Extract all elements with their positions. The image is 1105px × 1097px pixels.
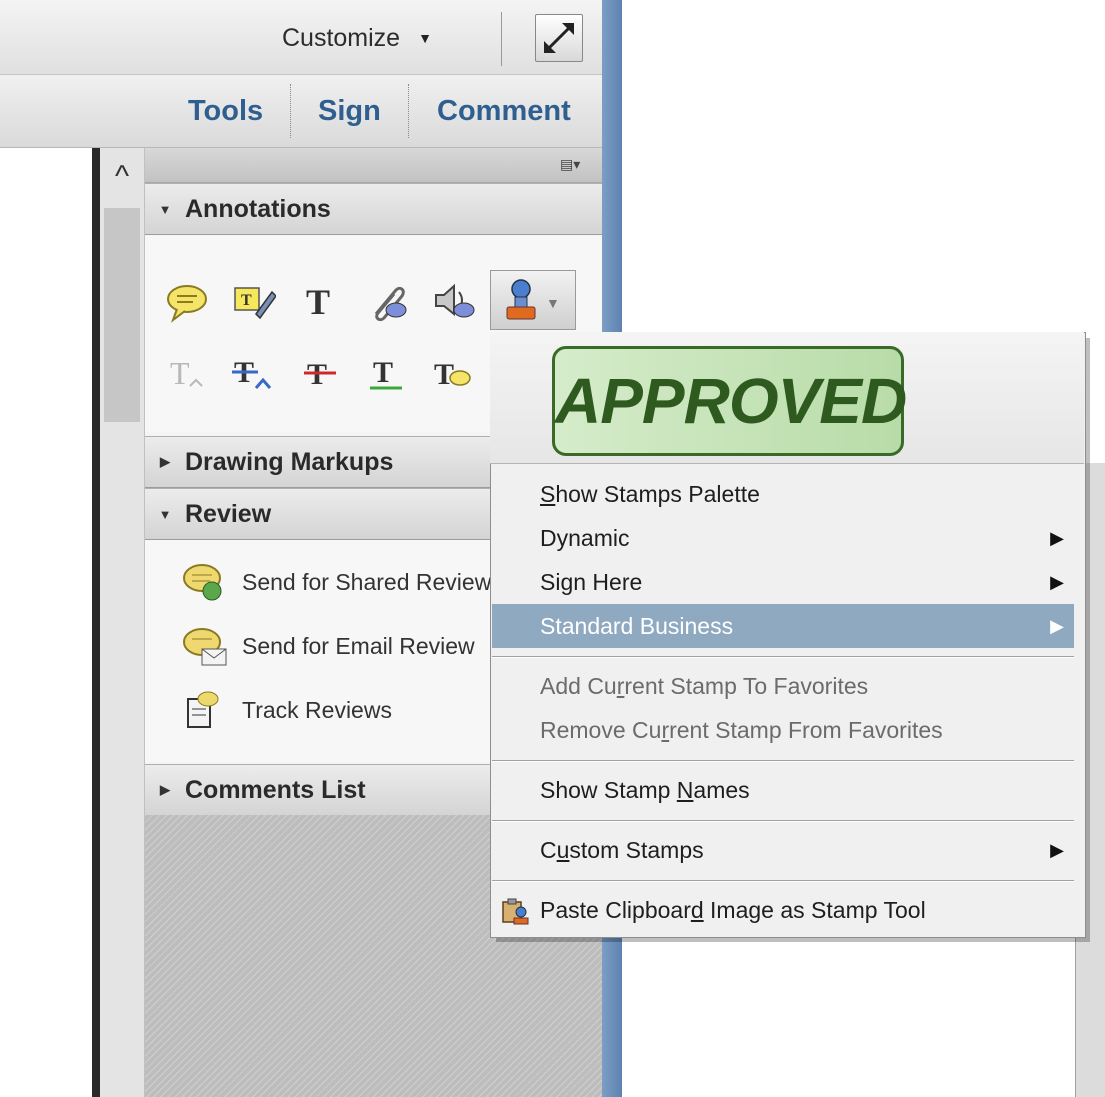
menu-text: how Stamps Palette [555,481,760,507]
tab-sign[interactable]: Sign [318,88,381,134]
document-edge [92,148,100,1097]
menu-text: C [540,837,557,863]
highlight-text-icon[interactable]: T [232,280,276,324]
tab-divider [290,84,291,138]
add-text-icon[interactable]: T [300,278,344,322]
expand-triangle-icon: ▶ [160,782,170,797]
menu-item-show-stamp-names[interactable]: Show Stamp Names [492,768,1074,812]
menu-separator [492,820,1074,822]
menu-text: Image as Stamp Tool [703,897,926,923]
attach-file-icon[interactable] [366,280,410,324]
menu-item-remove-from-favorites[interactable]: Remove Current Stamp From Favorites [492,708,1074,752]
expand-triangle-icon: ▶ [160,454,170,469]
submenu-arrow-icon: ▶ [1050,572,1064,592]
chevron-down-icon: ▼ [418,30,432,46]
menu-item-add-to-favorites[interactable]: Add Current Stamp To Favorites [492,664,1074,708]
section-title: Comments List [185,775,366,804]
section-annotations[interactable]: ▼ Annotations [145,183,602,235]
toolbar-divider [501,12,502,66]
underline-icon[interactable]: T [366,350,410,394]
email-review-icon [180,625,228,667]
replace-text-icon[interactable]: T [232,350,276,394]
menu-mnemonic: S [540,481,556,507]
track-reviews-item[interactable]: Track Reviews [180,686,392,734]
menu-mnemonic: r [661,717,670,743]
menu-separator [492,880,1074,882]
menu-text: Sign Here [540,569,643,595]
menu-item-sign-here[interactable]: Sign Here ▶ [492,560,1074,604]
menu-text: Paste Clipboar [540,897,691,923]
panel-options-icon[interactable]: ▤▾ [560,156,594,176]
shared-review-icon [180,561,228,603]
approved-stamp-preview[interactable]: APPROVED [552,346,907,456]
submenu-arrow-icon: ▶ [1050,616,1064,636]
tab-tools[interactable]: Tools [188,88,263,134]
menu-mnemonic: u [556,837,570,863]
menu-mnemonic: d [690,897,704,923]
panel-header [145,148,602,183]
strikethrough-icon[interactable]: T [300,350,344,394]
submenu-arrow-icon: ▶ [1050,528,1064,548]
svg-text:T: T [170,355,190,391]
menu-text: Show Stamp [540,777,677,803]
stamp-tool-button[interactable]: ▼ [490,270,576,330]
send-email-review-item[interactable]: Send for Email Review [180,622,475,670]
paste-stamp-icon [500,896,530,940]
menu-text: Standard Business [540,613,734,639]
review-item-label: Track Reviews [242,696,392,723]
collapse-triangle-icon: ▼ [158,506,172,522]
menu-item-show-stamps-palette[interactable]: Show Stamps Palette [492,472,1074,516]
section-title: Annotations [185,194,331,223]
tab-divider [408,84,409,138]
menu-separator [492,760,1074,762]
scrollbar-thumb[interactable] [104,208,140,422]
text-comment-icon[interactable]: T [432,350,476,394]
menu-text: ames [693,777,750,803]
customize-label: Customize [282,23,401,52]
scroll-up-icon[interactable]: ^ [104,160,140,196]
menu-mnemonic: N [676,777,694,803]
document-area [0,148,92,1097]
menu-item-dynamic[interactable]: Dynamic ▶ [492,516,1074,560]
menu-text: rent Stamp To Favorites [624,673,869,699]
menu-text: Remove Cu [540,717,662,743]
review-item-label: Send for Email Review [242,632,475,659]
menu-item-standard-business[interactable]: Standard Business ▶ [492,604,1074,648]
record-audio-icon[interactable] [432,280,476,324]
menu-item-custom-stamps[interactable]: Custom Stamps ▶ [492,828,1074,872]
section-title: Drawing Markups [185,447,394,476]
svg-text:T: T [306,282,330,322]
track-reviews-icon [180,689,228,731]
section-title: Review [185,499,272,528]
fullscreen-button[interactable] [535,14,583,62]
menu-separator [492,656,1074,658]
menu-text: Add Cu [540,673,617,699]
svg-text:T: T [241,292,252,309]
menu-item-paste-clipboard-image[interactable]: Paste Clipboard Image as Stamp Tool [492,888,1074,932]
collapse-triangle-icon: ▼ [158,201,172,217]
insert-text-icon[interactable]: T [168,350,212,394]
menu-text: rent Stamp From Favorites [669,717,943,743]
menu-text: Dynamic [540,525,630,551]
submenu-arrow-icon: ▶ [1050,840,1064,860]
send-shared-review-item[interactable]: Send for Shared Review [180,558,491,606]
svg-text:▼: ▼ [546,295,560,311]
expand-icon [544,23,574,53]
stamp-icon: ▼ [506,279,560,320]
menu-text: stom Stamps [569,837,704,863]
svg-text:T: T [373,356,393,389]
review-item-label: Send for Shared Review [242,568,492,595]
customize-button[interactable]: Customize ▼ [282,8,482,68]
sticky-note-icon[interactable] [165,280,209,324]
tab-comment[interactable]: Comment [437,88,571,134]
